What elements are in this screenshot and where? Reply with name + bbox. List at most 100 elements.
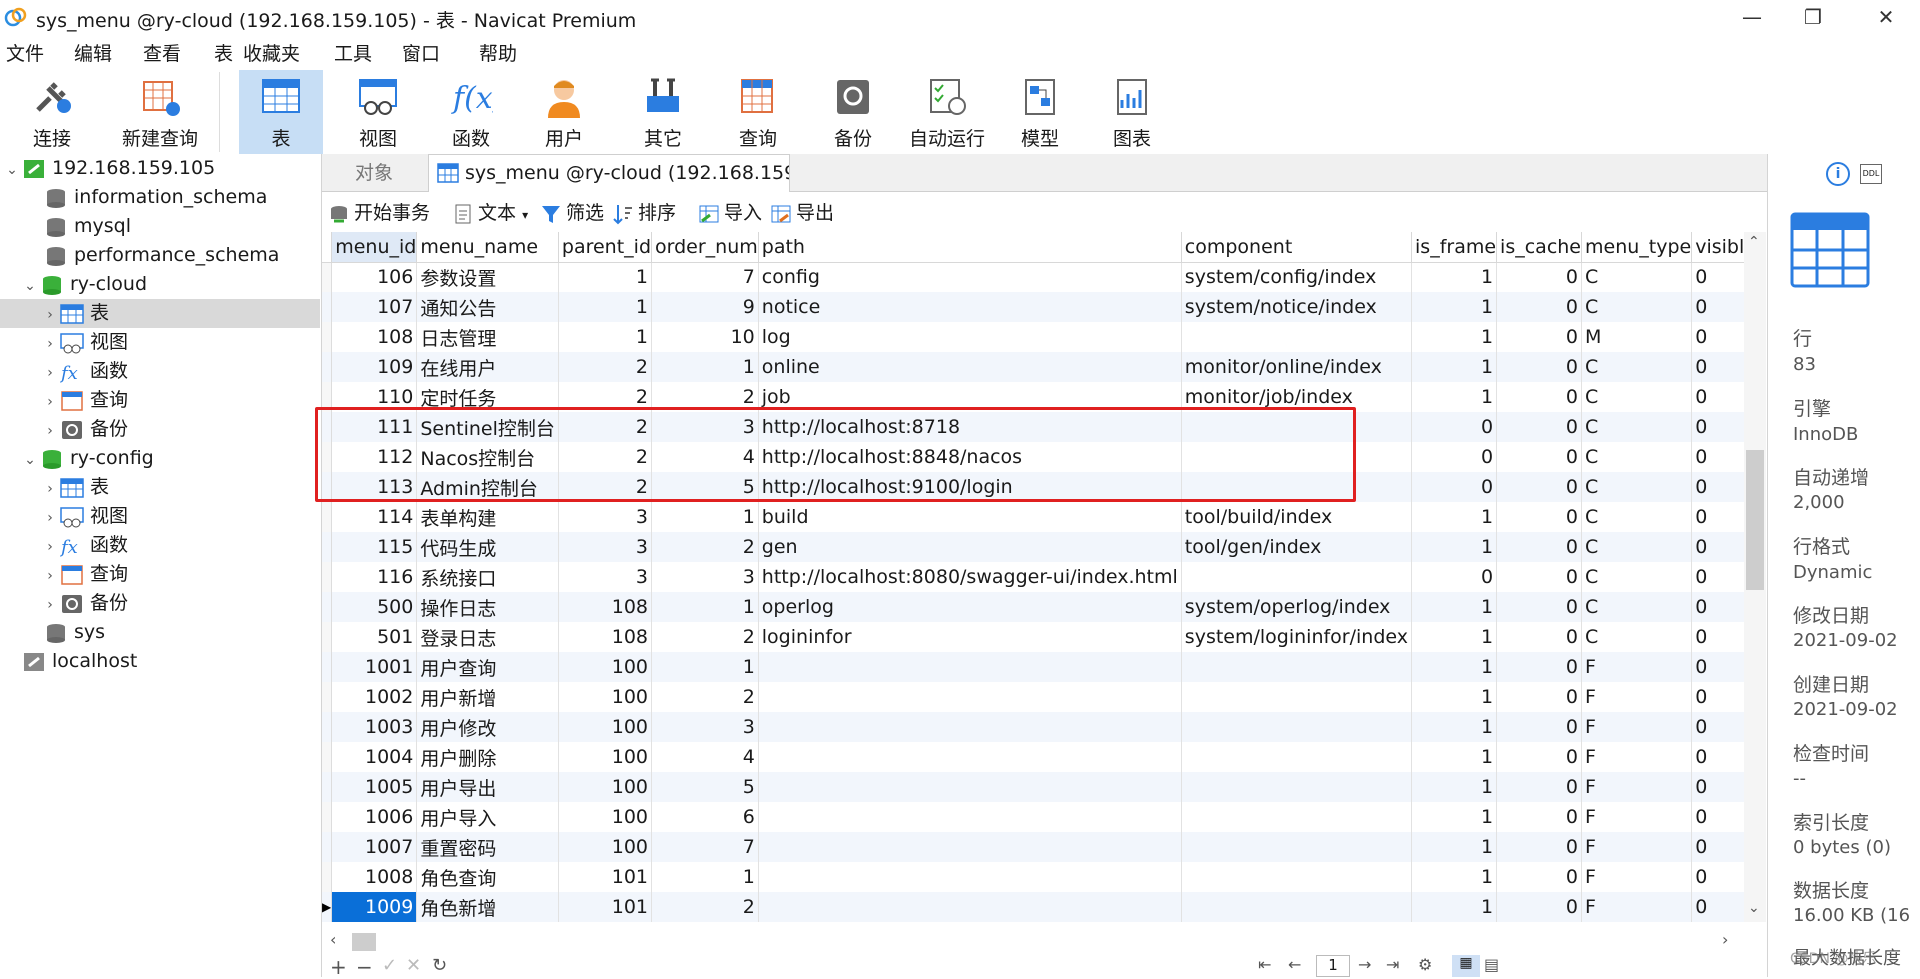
- table-cell-menu-type[interactable]: F: [1581, 682, 1693, 712]
- maximize-button[interactable]: ❐: [1785, 0, 1841, 34]
- tree-ry-config-tables[interactable]: › 表: [40, 473, 109, 502]
- table-cell-parent-id[interactable]: 100: [558, 682, 653, 712]
- table-cell-is-cache[interactable]: 0: [1496, 622, 1582, 652]
- tab-objects[interactable]: 对象: [322, 154, 426, 192]
- table-row[interactable]: 106 参数设置 1 7 config system/config/index 1 0 C 0: [322, 262, 1744, 292]
- table-cell-is-frame[interactable]: 0: [1411, 562, 1498, 592]
- tree-ry-config-queries[interactable]: › 查询: [40, 560, 128, 589]
- table-cell-visible[interactable]: 0: [1691, 802, 1744, 832]
- table-cell-component[interactable]: [1181, 442, 1413, 472]
- page-number-input[interactable]: 1: [1316, 955, 1350, 977]
- table-row[interactable]: 113 Admin控制台 2 5 http://localhost:9100/login…: [322, 472, 1744, 502]
- table-cell-is-frame[interactable]: 1: [1411, 742, 1498, 772]
- table-cell-order-num[interactable]: 9: [651, 292, 759, 322]
- table-cell-parent-id[interactable]: 100: [558, 712, 653, 742]
- table-cell-menu-id[interactable]: 116: [331, 562, 418, 592]
- row-indicator[interactable]: [322, 262, 333, 292]
- tree-ry-cloud-views[interactable]: › 视图: [40, 328, 128, 357]
- chevron-right-icon[interactable]: ›: [40, 562, 60, 591]
- table-cell-is-frame[interactable]: 0: [1411, 442, 1498, 472]
- scroll-left-icon[interactable]: ‹: [330, 930, 336, 949]
- table-cell-path[interactable]: [758, 892, 1182, 922]
- table-cell-parent-id[interactable]: 2: [558, 352, 653, 382]
- row-indicator[interactable]: [322, 532, 333, 562]
- model-button[interactable]: 模型: [998, 70, 1082, 154]
- chevron-right-icon[interactable]: ›: [40, 359, 60, 388]
- table-cell-path[interactable]: logininfor: [758, 622, 1182, 652]
- menu-view[interactable]: 查看: [143, 39, 181, 66]
- column-header[interactable]: visible: [1691, 232, 1744, 263]
- table-cell-menu-name[interactable]: Nacos控制台: [416, 442, 559, 472]
- table-cell-parent-id[interactable]: 3: [558, 532, 653, 562]
- export-button[interactable]: 导出: [770, 200, 834, 226]
- text-button[interactable]: 文本 ▾: [452, 200, 528, 226]
- table-cell-path[interactable]: [758, 652, 1182, 682]
- table-row[interactable]: 111 Sentinel控制台 2 3 http://localhost:8718 0 0 C…: [322, 412, 1744, 442]
- table-row[interactable]: 115 代码生成 3 2 gen tool/gen/index 1 0 C 0: [322, 532, 1744, 562]
- table-cell-component[interactable]: [1181, 322, 1413, 352]
- row-indicator[interactable]: [322, 742, 333, 772]
- table-cell-visible[interactable]: 0: [1691, 562, 1744, 592]
- table-cell-order-num[interactable]: 5: [651, 472, 759, 502]
- table-cell-path[interactable]: http://localhost:9100/login: [758, 472, 1182, 502]
- scroll-up-icon[interactable]: ⌃: [1748, 234, 1760, 250]
- chevron-right-icon[interactable]: ›: [40, 301, 60, 330]
- table-cell-is-cache[interactable]: 0: [1496, 322, 1582, 352]
- horizontal-scrollbar[interactable]: ‹ ›: [322, 930, 1744, 952]
- table-cell-parent-id[interactable]: 100: [558, 832, 653, 862]
- horizontal-scroll-thumb[interactable]: [352, 933, 376, 951]
- table-row[interactable]: 1005 用户导出 100 5 1 0 F 0: [322, 772, 1744, 802]
- table-cell-is-cache[interactable]: 0: [1496, 712, 1582, 742]
- table-cell-menu-type[interactable]: F: [1581, 862, 1693, 892]
- table-cell-order-num[interactable]: 6: [651, 802, 759, 832]
- table-cell-menu-id[interactable]: 112: [331, 442, 418, 472]
- minimize-button[interactable]: —: [1724, 0, 1780, 34]
- table-cell-menu-name[interactable]: 用户导出: [416, 772, 559, 802]
- table-cell-parent-id[interactable]: 3: [558, 562, 653, 592]
- table-cell-is-cache[interactable]: 0: [1496, 352, 1582, 382]
- table-cell-is-frame[interactable]: 1: [1411, 892, 1498, 922]
- table-cell-is-frame[interactable]: 1: [1411, 772, 1498, 802]
- table-cell-menu-name[interactable]: 操作日志: [416, 592, 559, 622]
- table-cell-menu-type[interactable]: C: [1581, 562, 1693, 592]
- table-cell-visible[interactable]: 0: [1691, 292, 1744, 322]
- discard-icon[interactable]: ✕: [406, 955, 421, 976]
- table-cell-menu-type[interactable]: C: [1581, 622, 1693, 652]
- table-cell-path[interactable]: http://localhost:8848/nacos: [758, 442, 1182, 472]
- delete-record-icon[interactable]: −: [356, 955, 373, 979]
- first-page-icon[interactable]: ⇤: [1258, 955, 1271, 974]
- table-cell-menu-name[interactable]: 用户导入: [416, 802, 559, 832]
- chevron-right-icon[interactable]: ›: [40, 475, 60, 504]
- table-cell-menu-id[interactable]: 1002: [331, 682, 418, 712]
- table-cell-path[interactable]: [758, 802, 1182, 832]
- table-cell-menu-id[interactable]: 110: [331, 382, 418, 412]
- table-cell-menu-id[interactable]: 114: [331, 502, 418, 532]
- table-row[interactable]: 116 系统接口 3 3 http://localhost:8080/swagger-u…: [322, 562, 1744, 592]
- table-cell-parent-id[interactable]: 100: [558, 742, 653, 772]
- row-indicator[interactable]: [322, 682, 333, 712]
- table-cell-order-num[interactable]: 10: [651, 322, 759, 352]
- table-cell-menu-type[interactable]: C: [1581, 352, 1693, 382]
- table-cell-menu-id[interactable]: 1009: [331, 892, 418, 922]
- table-cell-is-cache[interactable]: 0: [1496, 292, 1582, 322]
- column-header[interactable]: parent_id: [558, 232, 653, 263]
- column-header[interactable]: order_num: [651, 232, 759, 263]
- table-cell-menu-type[interactable]: F: [1581, 742, 1693, 772]
- table-cell-parent-id[interactable]: 2: [558, 442, 653, 472]
- table-cell-path[interactable]: build: [758, 502, 1182, 532]
- ddl-icon[interactable]: DDL: [1860, 164, 1882, 184]
- add-record-icon[interactable]: +: [330, 955, 347, 979]
- table-cell-component[interactable]: [1181, 412, 1413, 442]
- row-indicator[interactable]: [322, 292, 333, 322]
- table-cell-visible[interactable]: 0: [1691, 352, 1744, 382]
- table-row[interactable]: 110 定时任务 2 2 job monitor/job/index 1 0 C 0: [322, 382, 1744, 412]
- table-cell-order-num[interactable]: 2: [651, 682, 759, 712]
- info-icon[interactable]: i: [1826, 162, 1850, 186]
- table-cell-component[interactable]: [1181, 472, 1413, 502]
- table-cell-menu-id[interactable]: 500: [331, 592, 418, 622]
- table-row[interactable]: 500 操作日志 108 1 operlog system/operlog/index 1 0…: [322, 592, 1744, 622]
- prev-page-icon[interactable]: ←: [1288, 955, 1301, 974]
- chart-button[interactable]: 图表: [1090, 70, 1174, 154]
- table-cell-component[interactable]: system/notice/index: [1181, 292, 1413, 322]
- chevron-right-icon[interactable]: ›: [40, 591, 60, 620]
